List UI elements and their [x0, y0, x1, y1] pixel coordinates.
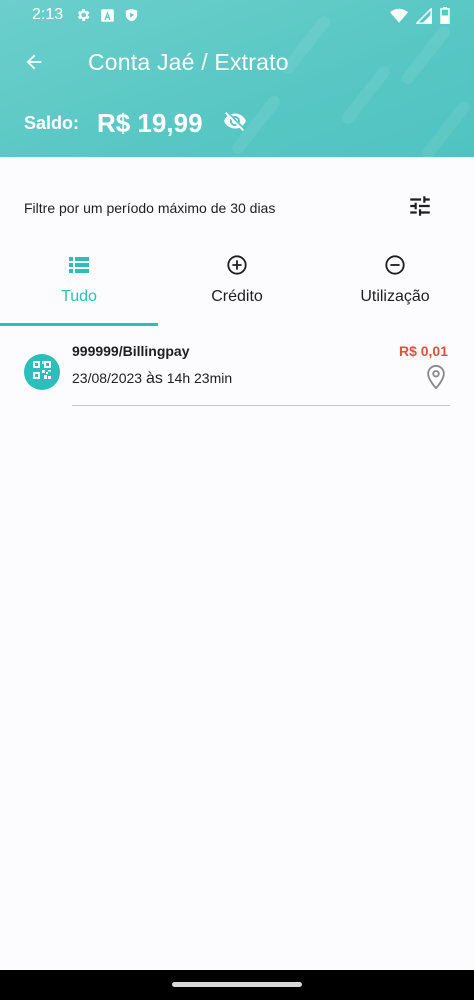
wifi-icon [390, 8, 408, 29]
home-handle[interactable] [172, 982, 302, 987]
transaction-separator: às [145, 370, 163, 387]
header-decoration [339, 63, 393, 127]
transaction-amount: R$ 0,01 [398, 343, 448, 359]
filter-hint: Filtre por um período máximo de 30 dias [24, 200, 276, 216]
battery-icon [440, 7, 450, 29]
balance-row: Saldo: R$ 19,99 [24, 108, 249, 139]
qr-code-icon [33, 360, 51, 384]
tab-tudo[interactable]: Tudo [0, 244, 158, 326]
tab-label: Utilização [360, 288, 430, 305]
plus-circle-icon [224, 252, 250, 278]
transaction-name: 999999/Billingpay [72, 343, 190, 359]
status-time: 2:13 [32, 6, 64, 23]
transaction-date: 23/08/2023 [72, 370, 143, 386]
header-decoration [399, 23, 453, 87]
list-icon [66, 252, 92, 278]
tab-label: Tudo [61, 288, 97, 305]
signal-icon [415, 6, 432, 29]
transaction-time: 14h 23min [166, 370, 233, 386]
list-item[interactable]: 999999/Billingpay R$ 0,01 23/08/2023 às … [0, 332, 474, 408]
app-header: 2:13 Conta Jaé / Extrato Saldo: R$ 19,99 [0, 0, 474, 157]
tune-icon [407, 193, 433, 224]
map-pin-icon [426, 364, 446, 394]
system-nav-bar [0, 970, 474, 1000]
arrow-left-icon [23, 51, 45, 78]
transaction-datetime: 23/08/2023 às 14h 23min [72, 370, 232, 388]
a-box-icon [100, 8, 115, 28]
filter-button[interactable] [404, 192, 436, 224]
status-bar: 2:13 [0, 0, 474, 30]
shield-play-icon [124, 7, 139, 28]
minus-circle-icon [382, 252, 408, 278]
balance-label: Saldo: [24, 113, 80, 133]
tab-credito[interactable]: Crédito [158, 244, 316, 326]
transaction-avatar [24, 354, 60, 390]
gear-icon [75, 7, 91, 28]
location-button[interactable] [424, 364, 448, 394]
hide-balance-toggle[interactable] [221, 110, 249, 138]
eye-off-icon [223, 109, 247, 138]
tab-label: Crédito [211, 288, 263, 305]
balance-value: R$ 19,99 [97, 108, 203, 138]
page-title: Conta Jaé / Extrato [88, 49, 289, 75]
header-decoration [419, 98, 473, 157]
back-button[interactable] [16, 46, 52, 82]
divider [72, 405, 450, 406]
tab-utilizacao[interactable]: Utilização [316, 244, 474, 326]
transaction-tabs: Tudo Crédito Utilização [0, 244, 474, 326]
